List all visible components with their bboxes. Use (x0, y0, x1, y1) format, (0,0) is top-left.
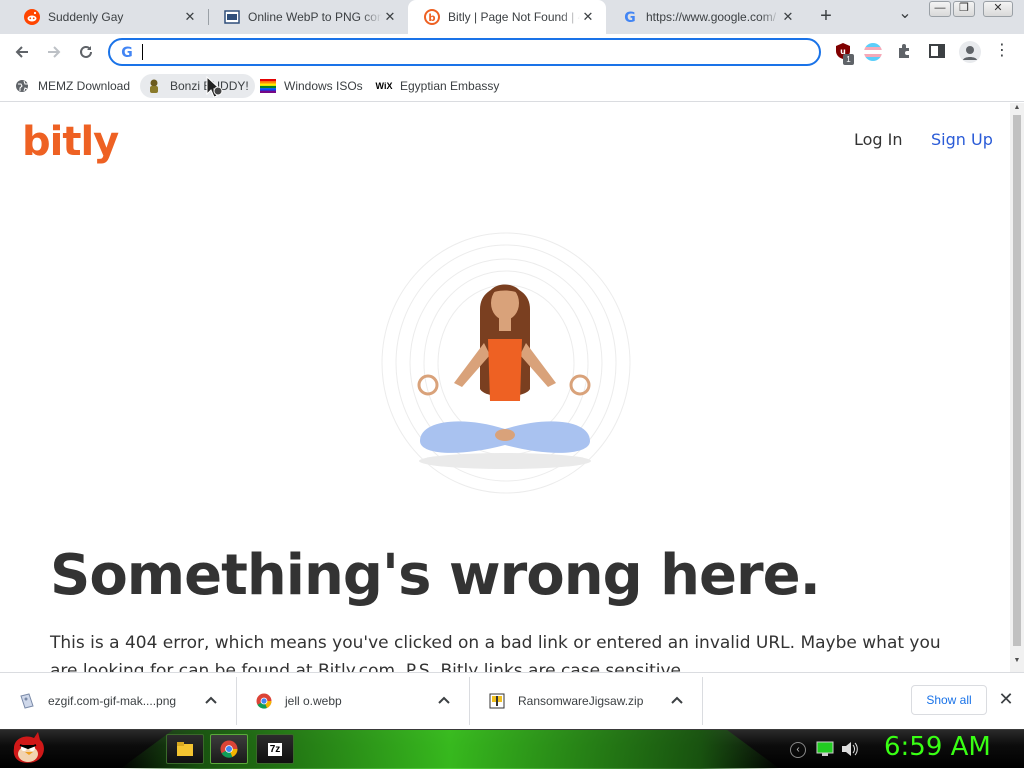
file-explorer-icon (177, 742, 193, 756)
person-icon (963, 46, 977, 60)
back-button[interactable] (10, 40, 34, 64)
page-headline: Something's wrong here. (50, 543, 821, 608)
svg-text:G: G (121, 45, 133, 60)
tab-search-button[interactable]: ⌄ (896, 6, 914, 26)
bitly-logo[interactable]: bitly (22, 119, 119, 165)
close-tab-icon[interactable]: ✕ (780, 9, 796, 25)
rainbow-flag-icon (260, 78, 276, 94)
forward-button[interactable] (42, 40, 66, 64)
bookmark-bonzi-buddy[interactable]: Bonzi BUDDY! (140, 74, 255, 98)
tab-suddenly-gay[interactable]: Suddenly Gay ✕ (8, 0, 208, 34)
tab-title: https://www.google.com/ (646, 10, 777, 24)
reload-button[interactable] (74, 40, 98, 64)
page-content: bitly Log In Sign Up Something's wrong h… (0, 103, 1010, 672)
tab-title: Suddenly Gay (48, 10, 124, 24)
chrome-icon (220, 740, 238, 758)
close-tab-icon[interactable]: ✕ (182, 9, 198, 25)
profile-avatar[interactable] (959, 41, 981, 63)
close-downloads-bar-icon[interactable]: ✕ (998, 690, 1014, 708)
show-hidden-icons-button[interactable]: ‹ (790, 742, 806, 758)
trans-flag-extension-icon[interactable] (864, 43, 882, 61)
globe-icon (14, 78, 30, 94)
reload-icon (80, 45, 92, 58)
7zip-icon: 7z (267, 742, 283, 756)
error-description: This is a 404 error, which means you've … (50, 633, 941, 672)
download-item[interactable]: ezgif.com-gif-mak....png (0, 677, 237, 725)
close-window-button[interactable]: ✕ (983, 1, 1013, 17)
taskbar-7zip[interactable]: 7z (256, 734, 294, 764)
download-item[interactable]: RansomwareJigsaw.zip (470, 677, 703, 725)
bookmark-windows-isos[interactable]: Windows ISOs (254, 74, 369, 98)
volume-icon[interactable] (840, 741, 858, 757)
download-filename: jell o.webp (285, 694, 342, 708)
side-panel-icon[interactable] (929, 43, 945, 62)
close-tab-icon[interactable]: ✕ (580, 9, 596, 25)
login-link[interactable]: Log In (854, 130, 903, 149)
wix-icon: WiX (375, 81, 393, 91)
meditating-woman-illustration (381, 232, 631, 494)
bonzi-icon (146, 78, 162, 94)
extension-badge: 1 (843, 54, 854, 65)
taskbar-clock[interactable]: 6:59 AM (884, 732, 991, 762)
google-icon: G (119, 44, 135, 63)
start-button-angry-bird-icon[interactable] (6, 730, 48, 768)
tab-google[interactable]: G https://www.google.com/ ✕ (606, 0, 806, 34)
scroll-down-icon[interactable]: ▼ (1013, 657, 1021, 664)
text-caret (142, 44, 143, 60)
mouse-cursor-icon (206, 76, 223, 98)
signup-link[interactable]: Sign Up (931, 130, 993, 149)
new-tab-button[interactable]: + (814, 5, 838, 29)
close-tab-icon[interactable]: ✕ (382, 9, 398, 25)
svg-text:G: G (624, 10, 636, 25)
bookmark-label: Egyptian Embassy (400, 79, 500, 93)
browser-toolbar: G u 1 ⋮ (0, 34, 1024, 70)
chrome-file-icon (255, 692, 273, 710)
scrollbar-thumb[interactable] (1013, 115, 1021, 646)
back-arrow-icon (15, 46, 28, 58)
bookmark-egyptian-embassy[interactable]: WiX Egyptian Embassy (370, 74, 505, 98)
scroll-up-icon[interactable]: ▲ (1013, 104, 1021, 111)
zip-file-icon (488, 692, 506, 710)
downloads-bar: ezgif.com-gif-mak....png jell o.webp Ran… (0, 672, 1024, 729)
reddit-icon (24, 9, 40, 25)
ublock-extension-button[interactable]: u 1 (834, 42, 854, 65)
tab-bitly-404[interactable]: b Bitly | Page Not Found | 404 ✕ (408, 0, 606, 34)
taskbar-chrome[interactable] (210, 734, 248, 764)
bookmark-label: Windows ISOs (284, 79, 363, 93)
chevron-up-icon[interactable] (437, 693, 451, 707)
restore-button[interactable]: ❐ (953, 1, 975, 17)
bookmark-memz-download[interactable]: MEMZ Download (8, 74, 136, 98)
minimize-button[interactable]: — (929, 1, 951, 17)
tab-title: Bitly | Page Not Found | 404 (448, 10, 580, 24)
webp-converter-icon (224, 9, 240, 25)
show-all-downloads-button[interactable]: Show all (911, 685, 987, 715)
svg-text:b: b (428, 13, 435, 24)
forward-arrow-icon (48, 46, 61, 58)
chevron-up-icon[interactable] (204, 693, 218, 707)
address-bar[interactable]: G (108, 38, 821, 66)
download-filename: RansomwareJigsaw.zip (518, 694, 644, 708)
chevron-up-icon[interactable] (670, 693, 684, 707)
tab-title: Online WebP to PNG converter (248, 10, 382, 24)
page-scrollbar[interactable]: ▲ ▼ (1010, 103, 1024, 672)
download-item[interactable]: jell o.webp (237, 677, 470, 725)
download-filename: ezgif.com-gif-mak....png (48, 694, 177, 708)
image-file-icon (18, 692, 36, 710)
google-icon: G (622, 9, 638, 25)
tab-strip: Suddenly Gay ✕ Online WebP to PNG conver… (0, 0, 1024, 34)
bookmarks-bar: MEMZ Download Bonzi BUDDY! Windows ISOs … (0, 70, 1024, 102)
network-icon[interactable] (816, 741, 834, 757)
chrome-menu-icon[interactable]: ⋮ (994, 41, 1010, 63)
taskbar: 7z ‹ 6:59 AM (0, 729, 1024, 769)
bookmark-label: MEMZ Download (38, 79, 131, 93)
extensions-puzzle-icon[interactable] (896, 42, 914, 63)
tab-webp-converter[interactable]: Online WebP to PNG converter ✕ (208, 0, 408, 34)
taskbar-file-explorer[interactable] (166, 734, 204, 764)
bitly-icon: b (424, 9, 440, 25)
omnibox-input[interactable] (142, 43, 802, 61)
